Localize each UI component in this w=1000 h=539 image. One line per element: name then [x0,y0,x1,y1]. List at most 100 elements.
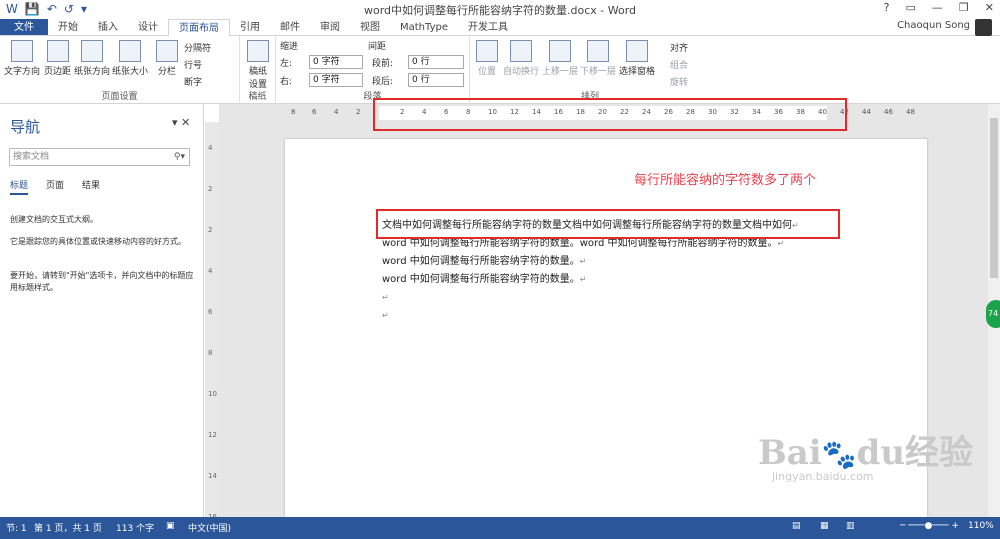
position-icon [476,40,498,62]
status-language[interactable]: 中文(中国) [188,521,231,534]
ruler-number: 2 [356,108,361,116]
scroll-thumb[interactable] [990,118,998,278]
tab-design[interactable]: 设计 [128,19,168,35]
tab-results[interactable]: 结果 [82,178,100,195]
tab-mailings[interactable]: 邮件 [270,19,310,35]
web-layout-icon[interactable]: ▥ [846,521,855,531]
ruler-number: 6 [312,108,317,116]
minimize-button[interactable]: — [932,1,943,14]
nav-text-1: 创建文档的交互式大纲。 [10,215,98,224]
tab-pages[interactable]: 页面 [46,178,64,195]
text-direction-button[interactable]: 文字方向 [4,40,40,77]
spacing-after-input[interactable]: 0 行 [408,73,464,87]
user-name[interactable]: Chaoqun Song [897,20,970,31]
selection-pane-button[interactable]: 选择窗格 [619,40,655,77]
tab-page-layout[interactable]: 页面布局 [168,19,230,37]
align-button[interactable]: 对齐 [670,41,688,54]
wrap-text-label: 自动换行 [503,67,540,77]
text-direction-icon [11,40,33,62]
tab-mathtype[interactable]: MathType [390,19,458,35]
tab-home[interactable]: 开始 [48,19,88,35]
annotation-text: 每行所能容纳的字符数多了两个 [634,173,817,188]
search-input[interactable]: 搜索文档 ⚲▾ [9,148,190,166]
document-line[interactable]: word 中如何调整每行所能容纳字符的数量。↵ [382,255,586,269]
selection-pane-icon [626,40,648,62]
status-words[interactable]: 113 个字 [116,521,154,534]
group-button[interactable]: 组合 [670,58,688,71]
ribbon-tabs: 文件 开始 插入 设计 页面布局 引用 邮件 审阅 视图 MathType 开发… [0,19,1000,37]
vruler-number: 14 [208,472,217,480]
breaks-button[interactable]: 分隔符 [184,41,211,54]
vruler-number: 2 [208,226,213,234]
draft-settings-button[interactable]: 稿纸 设置 [247,40,269,90]
window-title: word中如何调整每行所能容纳字符的数量.docx - Word [363,4,637,17]
nav-close-icon[interactable]: ▾ ✕ [172,116,190,129]
wrap-text-icon [510,40,532,62]
help-button[interactable]: ? [884,1,890,14]
document-line-text: word 中如何调整每行所能容纳字符的数量。 [382,256,580,267]
paragraph-mark-icon: ↵ [579,275,587,284]
columns-icon [156,40,178,62]
position-button[interactable]: 位置 [476,40,498,77]
draft-icon [247,40,269,62]
indent-right-input[interactable]: 0 字符 [309,73,363,87]
tab-insert[interactable]: 插入 [88,19,128,35]
page-setup-label: 页面设置 [101,92,138,102]
status-page[interactable]: 第 1 页，共 1 页 [34,521,102,534]
tab-view[interactable]: 视图 [350,19,390,35]
close-button[interactable]: ✕ [985,1,994,14]
restore-button[interactable]: ❐ [959,1,969,14]
indent-right-label: 右: [280,77,293,87]
margins-button[interactable]: 页边距 [44,40,71,77]
wrap-text-button[interactable]: 自动换行 [503,40,539,77]
size-button[interactable]: 纸张大小 [112,40,148,77]
vertical-ruler[interactable]: 42246810121416 [205,122,219,521]
ribbon-display-button[interactable]: ▭ [906,1,916,14]
paragraph-mark-icon: ↵ [382,311,389,320]
spacing-label: 间距 [368,42,387,52]
document-line-text: word 中如何调整每行所能容纳字符的数量。 [382,274,580,285]
line-numbers-button[interactable]: 行号 [184,58,202,71]
vruler-number: 12 [208,431,217,439]
group-arrange: 位置 自动换行 上移一层 下移一层 选择窗格 对齐 组合 旋转 排列 [470,36,710,104]
send-backward-button[interactable]: 下移一层 [580,40,616,77]
indent-left-label: 左: [280,59,293,69]
search-icon[interactable]: ⚲▾ [174,149,185,165]
avatar[interactable] [975,19,992,36]
text-direction-label: 文字方向 [4,67,41,77]
indent-label: 缩进 [280,42,299,52]
nav-tabs: 标题 页面 结果 [10,178,100,195]
bring-forward-button[interactable]: 上移一层 [542,40,578,77]
ruler-highlight-box [373,98,847,131]
hyphenation-button[interactable]: 断字 [184,75,202,88]
zoom-slider[interactable]: ─ ───●─── + [900,521,959,531]
status-section[interactable]: 节: 1 [6,521,27,534]
columns-button[interactable]: 分栏 [156,40,178,77]
tab-developer[interactable]: 开发工具 [458,19,518,35]
orientation-button[interactable]: 纸张方向 [74,40,110,77]
search-placeholder: 搜索文档 [13,152,50,162]
indent-left-input[interactable]: 0 字符 [309,55,363,69]
tab-headings[interactable]: 标题 [10,178,29,195]
spacing-before-input[interactable]: 0 行 [408,55,464,69]
spacing-before-label: 段前: [372,59,394,69]
print-layout-icon[interactable]: ▦ [820,521,829,531]
tab-file[interactable]: 文件 [0,19,48,35]
document-line[interactable]: ↵ [382,309,389,323]
send-backward-label: 下移一层 [580,67,617,77]
document-line[interactable]: ↵ [382,291,389,305]
side-badge[interactable]: 74 [986,300,1000,328]
word-window: W 💾 ↶ ↺ ▾ word中如何调整每行所能容纳字符的数量.docx - Wo… [0,0,1000,539]
rotate-button[interactable]: 旋转 [670,75,688,88]
tab-references[interactable]: 引用 [230,19,270,35]
zoom-level[interactable]: 110% [968,521,994,531]
vruler-number: 4 [208,144,213,152]
read-mode-icon[interactable]: ▤ [792,521,801,531]
baidu-watermark-url: jingyan.baidu.com [772,470,874,483]
status-proof-icon[interactable]: ▣ [166,521,175,531]
document-line[interactable]: word 中如何调整每行所能容纳字符的数量。↵ [382,273,586,287]
paragraph-mark-icon: ↵ [382,293,389,302]
title-bar: W 💾 ↶ ↺ ▾ word中如何调整每行所能容纳字符的数量.docx - Wo… [0,0,1000,19]
tab-review[interactable]: 审阅 [310,19,350,35]
document-line[interactable]: word 中如何调整每行所能容纳字符的数量。word 中如何调整每行所能容纳字符… [382,237,784,251]
